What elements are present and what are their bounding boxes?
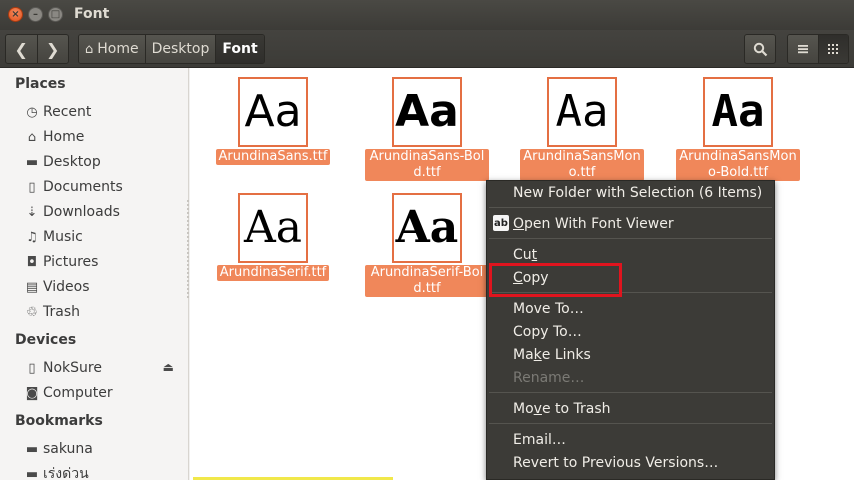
folder-icon: ▬: [25, 154, 39, 170]
menu-item-make-links[interactable]: Ma k e Links: [513, 344, 591, 366]
menu-item-move-to[interactable]: Move To…: [513, 298, 584, 320]
close-window-button[interactable]: ×: [8, 7, 23, 22]
sidebar-item-documents[interactable]: ▯ Documents: [24, 176, 184, 198]
context-menu: New Folder with Selection (6 Items) ab O…: [486, 180, 775, 480]
sidebar-item-home[interactable]: ⌂ Home: [24, 126, 184, 148]
sidebar: Places ◷ Recent ⌂ Home ▬ Desktop ▯ Documents…: [0, 68, 189, 480]
file-name: ArundinaSansMono-Bold.ttf: [676, 149, 800, 181]
sidebar-item-noksure[interactable]: ▯ NokSure ⏏: [24, 357, 184, 379]
menu-item-new-folder-with-selection[interactable]: New Folder with Selection (6 Items): [513, 182, 762, 204]
forward-button[interactable]: ❯: [36, 35, 69, 63]
sidebar-item-downloads[interactable]: ⇣ Downloads: [24, 201, 184, 223]
font-thumbnail: Aa: [238, 77, 308, 147]
grid-view-button[interactable]: [817, 35, 848, 63]
minimize-window-button[interactable]: –: [28, 7, 43, 22]
back-button[interactable]: ❮: [6, 35, 37, 63]
menu-separator: [489, 207, 772, 208]
file-item[interactable]: Aa ArundinaSans-Bold.ttf: [365, 77, 489, 181]
music-icon: ♫: [26, 229, 38, 245]
font-thumbnail: Aa: [547, 77, 617, 147]
film-icon: ▤: [25, 279, 39, 295]
file-name: ArundinaSerif-Bold.ttf: [365, 265, 489, 297]
folder-icon: ▬: [25, 466, 39, 480]
font-thumbnail: Aa: [392, 193, 462, 263]
menu-item-open-with-font-viewer[interactable]: Open With Font Viewer: [513, 213, 674, 235]
home-icon: ⌂: [27, 129, 37, 145]
breadcrumb: ⌂ Home Desktop Font: [78, 34, 265, 64]
phone-icon: ▯: [28, 360, 36, 376]
sidebar-item-trash[interactable]: ♲ Trash: [24, 301, 184, 323]
bookmarks-header: Bookmarks: [15, 413, 103, 429]
sidebar-item-pictures[interactable]: ◘ Pictures: [24, 251, 184, 273]
file-item[interactable]: Aa ArundinaSerif.ttf: [211, 193, 335, 281]
view-toggle: [787, 34, 849, 64]
pane-splitter[interactable]: [187, 200, 189, 300]
sidebar-item-videos[interactable]: ▤ Videos: [24, 276, 184, 298]
folder-icon: ▬: [25, 441, 39, 457]
eject-icon[interactable]: ⏏: [163, 360, 174, 374]
font-viewer-icon: ab: [493, 215, 509, 231]
file-item[interactable]: Aa ArundinaSansMono-Bold.ttf: [676, 77, 800, 181]
file-item[interactable]: Aa ArundinaSerif-Bold.ttf: [365, 193, 489, 297]
sidebar-item-computer[interactable]: ◙ Computer: [24, 382, 184, 404]
home-icon: ⌂: [85, 41, 94, 57]
devices-header: Devices: [15, 332, 77, 348]
navigation-group: ❮ ❯: [5, 34, 69, 64]
sidebar-item-music[interactable]: ♫ Music: [24, 226, 184, 248]
title-bar: × – □ Font: [0, 0, 854, 30]
menu-separator: [489, 423, 772, 424]
menu-item-revert-to-previous-versions[interactable]: Revert to Previous Versions…: [513, 452, 718, 474]
toolbar: ❮ ❯ ⌂ Home Desktop Font: [0, 30, 854, 68]
breadcrumb-home[interactable]: ⌂ Home: [79, 35, 145, 63]
file-item[interactable]: Aa ArundinaSans.ttf: [211, 77, 335, 165]
list-view-button[interactable]: [788, 35, 818, 63]
file-name: ArundinaSansMono.ttf: [520, 149, 644, 181]
menu-separator: [489, 392, 772, 393]
maximize-window-button[interactable]: □: [48, 7, 63, 22]
window-title: Font: [74, 6, 110, 22]
search-button[interactable]: [744, 34, 776, 64]
clock-icon: ◷: [26, 104, 38, 120]
file-name: ArundinaSans.ttf: [215, 149, 331, 165]
copy-highlight-annotation: [489, 263, 622, 297]
font-thumbnail: Aa: [392, 77, 462, 147]
sidebar-item-desktop[interactable]: ▬ Desktop: [24, 151, 184, 173]
places-header: Places: [15, 76, 66, 92]
file-name: ArundinaSerif.ttf: [216, 265, 330, 281]
breadcrumb-desktop[interactable]: Desktop: [144, 35, 216, 63]
camera-icon: ◘: [26, 254, 38, 270]
sidebar-item-sakuna[interactable]: ▬ sakuna: [24, 438, 184, 460]
search-icon: [753, 42, 767, 56]
font-thumbnail: Aa: [238, 193, 308, 263]
menu-item-move-to-trash[interactable]: Mo v e to Trash: [513, 398, 611, 420]
file-name: ArundinaSans-Bold.ttf: [365, 149, 489, 181]
menu-item-rename: Rename…: [513, 370, 585, 386]
file-item[interactable]: Aa ArundinaSansMono.ttf: [520, 77, 644, 181]
menu-item-copy-to[interactable]: Copy To…: [513, 321, 582, 343]
menu-separator: [489, 238, 772, 239]
grid-icon: [828, 44, 839, 54]
font-thumbnail: Aa: [703, 77, 773, 147]
download-icon: ⇣: [26, 204, 38, 220]
document-icon: ▯: [28, 179, 36, 195]
menu-item-email[interactable]: Email…: [513, 429, 566, 451]
breadcrumb-font[interactable]: Font: [215, 35, 264, 63]
trash-icon: ♲: [26, 304, 38, 320]
drive-icon: ◙: [25, 385, 39, 401]
sidebar-item-bookmark-2[interactable]: ▬ เร่งด่วน: [24, 463, 184, 480]
sidebar-item-recent[interactable]: ◷ Recent: [24, 101, 184, 123]
list-icon: [797, 45, 808, 54]
